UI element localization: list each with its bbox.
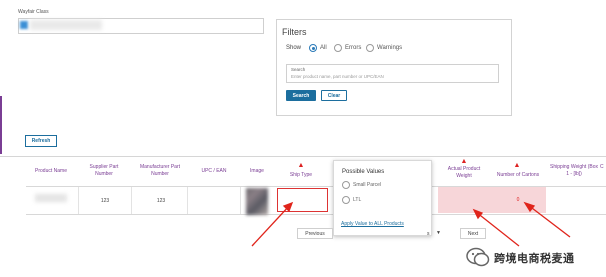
arrowhead — [472, 208, 484, 220]
annotation-arrow — [527, 204, 571, 238]
annotation-arrows — [251, 201, 571, 247]
arrowhead — [523, 201, 536, 213]
watermark-text: 跨境电商税麦通 — [494, 253, 575, 265]
annotation-arrow — [475, 211, 520, 247]
annotation-arrow — [251, 204, 291, 247]
wechat-logo-icon — [466, 247, 490, 267]
